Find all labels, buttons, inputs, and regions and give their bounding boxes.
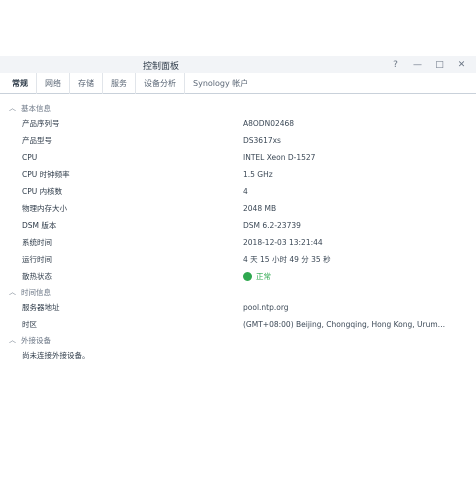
close-icon[interactable]: ✕	[455, 58, 468, 71]
row-label: CPU 时钟频率	[22, 170, 70, 179]
info-row-ntp-server: 服务器地址 pool.ntp.org	[0, 299, 476, 316]
row-label: 服务器地址	[22, 303, 60, 312]
window-title: 控制面板	[143, 62, 180, 72]
maximize-icon[interactable]: □	[433, 58, 446, 71]
info-row-serial: 产品序列号 A8ODN02468	[0, 115, 476, 132]
row-value: pool.ntp.org	[243, 303, 289, 312]
row-value: INTEL Xeon D-1527	[243, 153, 316, 162]
row-label: 系统时间	[22, 238, 52, 247]
row-value: (GMT+08:00) Beijing, Chongqing, Hong Kon…	[243, 320, 446, 329]
tab-services[interactable]: 服务	[103, 72, 136, 94]
external-devices-note: 尚未连接外接设备。	[22, 350, 90, 360]
info-row-memory: 物理内存大小 2048 MB	[0, 200, 476, 217]
chevron-up-icon: ︿	[9, 104, 16, 112]
row-value: 2048 MB	[243, 204, 277, 213]
info-row-uptime: 运行时间 4 天 15 小时 49 分 35 秒	[0, 251, 476, 268]
tab-synology-account[interactable]: Synology 帐户	[185, 73, 256, 94]
tab-general[interactable]: 常规	[4, 72, 37, 94]
info-row-model: 产品型号 DS3617xs	[0, 132, 476, 149]
row-label: CPU	[22, 153, 38, 162]
minimize-icon[interactable]: —	[411, 58, 424, 71]
info-row-cpu: CPU INTEL Xeon D-1527	[0, 149, 476, 166]
row-label: 产品序列号	[22, 119, 60, 128]
section-title: 基本信息	[21, 103, 51, 113]
row-label: 物理内存大小	[22, 204, 67, 213]
chevron-up-icon: ︿	[9, 336, 16, 344]
tab-storage[interactable]: 存储	[70, 72, 103, 94]
info-row-dsm-version: DSM 版本 DSM 6.2-23739	[0, 217, 476, 234]
chevron-up-icon: ︿	[9, 288, 16, 296]
info-row-system-time: 系统时间 2018-12-03 13:21:44	[0, 234, 476, 251]
section-title: 外接设备	[21, 335, 51, 345]
row-label: DSM 版本	[22, 221, 57, 230]
row-value: 1.5 GHz	[243, 170, 273, 179]
row-label: 产品型号	[22, 136, 52, 145]
section-external-devices[interactable]: ︿ 外接设备	[0, 333, 476, 347]
row-value: 正常	[243, 271, 476, 282]
info-row-timezone: 时区 (GMT+08:00) Beijing, Chongqing, Hong …	[0, 316, 476, 333]
thermal-status-text: 正常	[256, 272, 271, 281]
row-label: 运行时间	[22, 255, 52, 264]
row-value: DS3617xs	[243, 136, 281, 145]
title-bar[interactable]: 控制面板 ? — □ ✕	[0, 56, 476, 73]
row-value: 4 天 15 小时 49 分 35 秒	[243, 255, 331, 264]
section-title: 时间信息	[21, 287, 51, 297]
section-time-info[interactable]: ︿ 时间信息	[0, 285, 476, 299]
info-row-cpu-cores: CPU 内核数 4	[0, 183, 476, 200]
row-value: DSM 6.2-23739	[243, 221, 301, 230]
tab-network[interactable]: 网络	[37, 72, 70, 94]
section-basic-info[interactable]: ︿ 基本信息	[0, 101, 476, 115]
control-panel-window: 控制面板 ? — □ ✕ 常规 网络 存储 服务 设备分析 Synology 帐…	[0, 56, 476, 477]
status-ok-icon	[243, 271, 252, 281]
tab-device-analytics[interactable]: 设备分析	[136, 72, 185, 94]
window-controls: ? — □ ✕	[389, 58, 468, 71]
row-label: 散热状态	[22, 272, 52, 281]
row-value: 2018-12-03 13:21:44	[243, 238, 323, 247]
info-row-thermal: 散热状态 正常	[0, 268, 476, 285]
row-value: 4	[243, 187, 248, 196]
row-label: 时区	[22, 320, 37, 329]
info-content: ︿ 基本信息 产品序列号 A8ODN02468 产品型号 DS3617xs CP…	[0, 101, 476, 363]
help-icon[interactable]: ?	[389, 58, 402, 71]
row-value: A8ODN02468	[243, 119, 295, 128]
tab-bar: 常规 网络 存储 服务 设备分析 Synology 帐户	[0, 72, 476, 94]
row-label: CPU 内核数	[22, 187, 63, 196]
info-row-cpu-clock: CPU 时钟频率 1.5 GHz	[0, 166, 476, 183]
